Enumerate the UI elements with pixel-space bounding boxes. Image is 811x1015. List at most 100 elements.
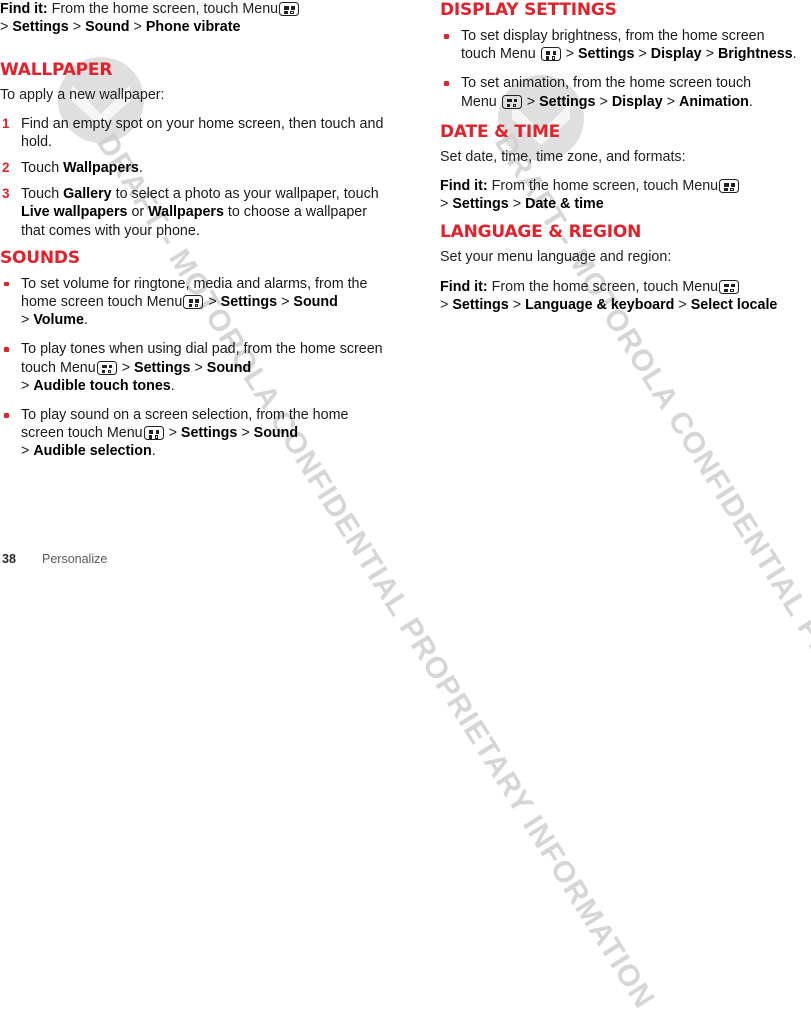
page-content: Find it: From the home screen, touch Men…	[0, 0, 811, 570]
findit-text: From the home screen, touch Menu	[51, 1, 279, 17]
step-3-target-live-wallpapers: Live wallpapers	[21, 204, 128, 221]
menu-grid-icon	[143, 426, 164, 441]
bullet-2-tail: .	[170, 377, 175, 394]
path-arrow: >	[440, 196, 453, 213]
path-arrow: >	[21, 377, 34, 394]
findit-label: Find it:	[440, 178, 488, 195]
list-item: To play tones when using dial pad, from …	[0, 340, 392, 395]
bullet-1-tail: .	[792, 46, 797, 63]
findit-label: Find it:	[440, 278, 488, 295]
path-arrow: >	[526, 93, 536, 110]
bullet-1-cont: touch Menu	[461, 46, 540, 63]
list-item: Touch Gallery to select a photo as your …	[0, 185, 392, 240]
findit-block-language-region: Find it: From the home screen, touch Men…	[440, 278, 811, 314]
crumb-audible-touch-tones: Audible touch tones	[33, 377, 171, 394]
bullet-1-lead: To set display brightness, from the home…	[461, 28, 765, 44]
list-item: Touch Wallpapers.	[0, 159, 392, 177]
menu-grid-icon	[96, 360, 117, 375]
heading-date-time: Date & time	[440, 121, 561, 142]
step-2-tail: .	[138, 160, 143, 177]
crumb-language-keyboard: Language & keyboard	[525, 296, 675, 313]
path-arrow: >	[666, 93, 676, 110]
wallpaper-intro: To apply a new wallpaper:	[0, 87, 165, 104]
path-arrow: >	[440, 296, 453, 313]
menu-grid-icon	[719, 279, 740, 294]
heading-language-region: Language & region	[440, 222, 642, 243]
step-3-lead: Touch	[21, 186, 60, 203]
path-arrow: >	[72, 19, 82, 36]
menu-grid-icon	[540, 47, 561, 62]
crumb-select-locale: Select locale	[690, 296, 778, 313]
path-arrow: >	[21, 312, 34, 329]
step-3-target-gallery: Gallery	[63, 186, 112, 203]
crumb-settings: Settings	[578, 46, 635, 63]
step-3-mid-1: to select a photo as your wallpaper, tou…	[115, 186, 379, 203]
list-item: To play sound on a screen selection, fro…	[0, 406, 392, 461]
crumb-settings: Settings	[452, 196, 509, 213]
crumb-display: Display	[611, 93, 663, 110]
left-column: Find it: From the home screen, touch Men…	[0, 0, 392, 472]
list-item: To set display brightness, from the home…	[440, 27, 811, 63]
crumb-settings: Settings	[134, 359, 191, 376]
crumb-sound: Sound	[206, 359, 252, 376]
findit-block-sound: Find it: From the home screen, touch Men…	[0, 0, 392, 36]
wallpaper-steps: Find an empty spot on your home screen, …	[0, 115, 392, 240]
findit-block-date-time: Find it: From the home screen, touch Men…	[440, 177, 811, 213]
step-3-mid-2: or	[131, 204, 145, 221]
menu-grid-icon	[183, 295, 204, 310]
path-arrow: >	[133, 19, 142, 36]
page-section-label: Personalize	[42, 552, 108, 566]
crumb-date-time: Date & time	[525, 196, 604, 213]
findit-label: Find it:	[0, 1, 48, 17]
menu-grid-icon	[719, 179, 740, 194]
menu-grid-icon	[279, 2, 300, 16]
path-arrow: >	[678, 296, 687, 313]
bullet-2-cont: Menu	[461, 93, 501, 110]
crumb-settings: Settings	[220, 294, 278, 311]
bullet-3-tail: .	[151, 443, 156, 460]
path-arrow: >	[599, 93, 608, 110]
sounds-bullets: To set volume for ringtone, media and al…	[0, 275, 392, 461]
heading-display-settings: Display settings	[440, 0, 617, 20]
language-region-intro: Set your menu language and region:	[440, 249, 672, 266]
crumb-phone-vibrate: Phone vibrate	[145, 19, 241, 36]
crumb-settings: Settings	[452, 296, 509, 313]
bullet-1-tail: .	[83, 312, 88, 329]
path-arrow: >	[512, 296, 522, 313]
path-arrow: >	[168, 425, 177, 442]
menu-grid-icon	[501, 94, 522, 109]
heading-wallpaper: Wallpaper	[0, 60, 113, 81]
step-1-text: Find an empty spot on your home screen, …	[21, 115, 384, 150]
crumb-sound: Sound	[253, 425, 299, 442]
crumb-animation: Animation	[679, 93, 749, 110]
path-arrow: >	[0, 19, 13, 36]
path-arrow: >	[705, 46, 714, 63]
list-item: To set animation, from the home screen t…	[440, 74, 811, 110]
crumb-sound: Sound	[85, 19, 130, 36]
page-number: 38	[2, 552, 16, 566]
path-arrow: >	[638, 46, 647, 63]
heading-sounds: Sounds	[0, 247, 80, 268]
path-arrow: >	[208, 294, 217, 311]
step-3-target-wallpapers: Wallpapers	[148, 204, 224, 221]
findit-text: From the home screen, touch Menu	[491, 178, 719, 195]
crumb-settings: Settings	[539, 93, 596, 110]
list-item: To set volume for ringtone, media and al…	[0, 275, 392, 330]
date-time-intro: Set date, time, time zone, and formats:	[440, 148, 686, 165]
crumb-sound: Sound	[293, 294, 338, 311]
path-arrow: >	[565, 46, 575, 63]
path-arrow: >	[512, 196, 522, 213]
findit-text: From the home screen, touch Menu	[491, 278, 719, 295]
crumb-audible-selection: Audible selection	[33, 443, 152, 460]
crumb-settings: Settings	[180, 425, 238, 442]
display-settings-bullets: To set display brightness, from the home…	[440, 27, 811, 111]
path-arrow: >	[121, 359, 131, 376]
path-arrow: >	[281, 294, 290, 311]
step-2-target: Wallpapers	[63, 160, 139, 177]
crumb-display: Display	[650, 46, 702, 63]
step-2-lead: Touch	[21, 160, 60, 177]
bullet-2-tail: .	[748, 93, 753, 110]
list-item: Find an empty spot on your home screen, …	[0, 115, 392, 151]
right-column: Display settings To set display brightne…	[440, 0, 811, 323]
bullet-2-lead: To set animation, from the home screen t…	[461, 75, 752, 92]
